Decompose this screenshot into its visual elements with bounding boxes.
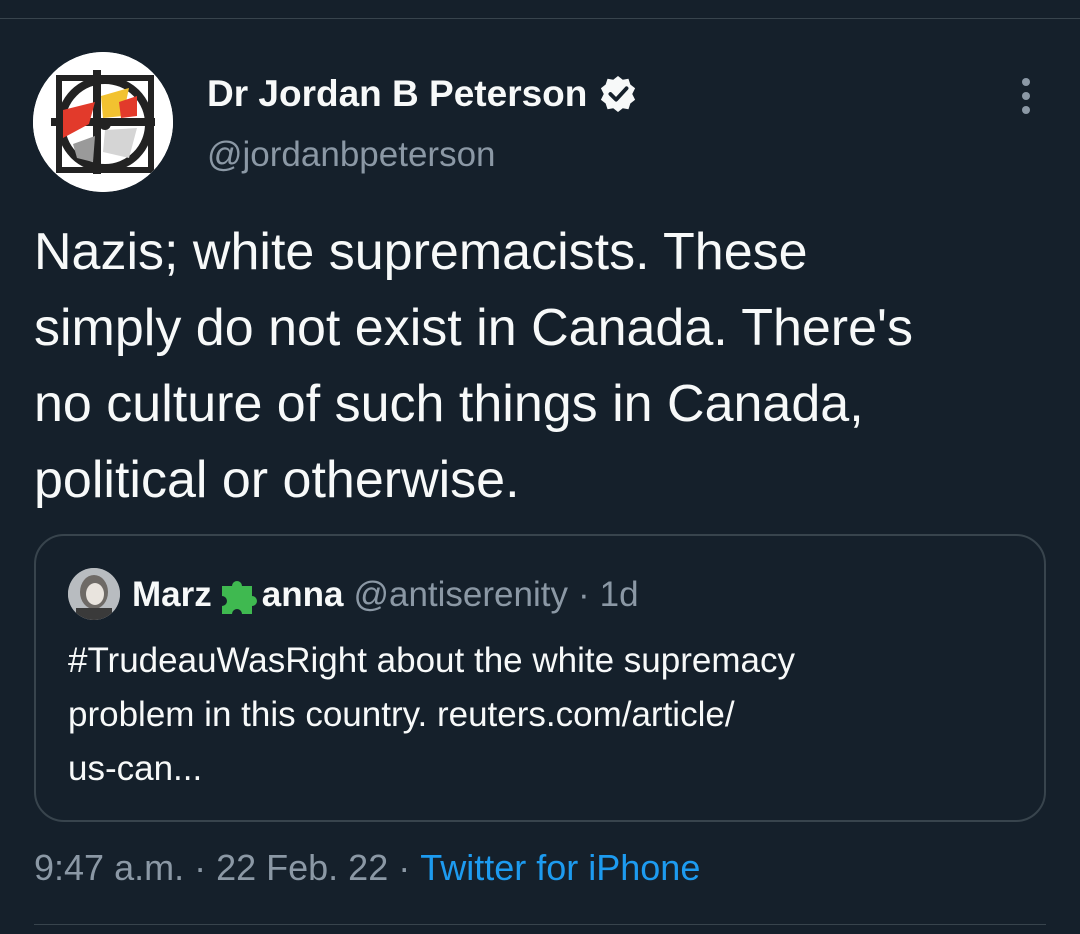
quoted-header: Marz anna @antiserenity · 1d: [132, 572, 639, 618]
more-options-icon[interactable]: [1008, 74, 1044, 118]
quoted-text-line: problem in this country. reuters.com/art…: [68, 695, 735, 734]
separator-dot: ·: [194, 847, 207, 888]
author-name-text: Dr Jordan B Peterson: [207, 73, 588, 114]
quoted-text-line: us-can...: [68, 749, 203, 788]
divider: [0, 18, 1080, 19]
author-avatar[interactable]: [33, 52, 173, 192]
puzzle-piece-icon: [214, 572, 260, 618]
quoted-author-name-suffix[interactable]: anna: [262, 573, 344, 617]
separator-dot: ·: [398, 847, 411, 888]
quoted-tweet-text: #TrudeauWasRight about the white suprema…: [68, 634, 1028, 796]
tweet-metadata: 9:47 a.m. · 22 Feb. 22 · Twitter for iPhone: [34, 846, 700, 890]
avatar-logo-icon: [33, 52, 173, 192]
author-handle[interactable]: @jordanbpeterson: [207, 134, 496, 176]
divider: [34, 924, 1046, 925]
tweet-date[interactable]: 22 Feb. 22: [216, 847, 388, 888]
tweet-text-line: Nazis; white supremacists. These: [34, 223, 808, 281]
quoted-author-avatar[interactable]: [68, 568, 120, 620]
quoted-author-handle[interactable]: @antiserenity: [353, 573, 568, 617]
author-name[interactable]: Dr Jordan B Peterson: [207, 72, 637, 116]
quoted-tweet-card[interactable]: Marz anna @antiserenity · 1d #TrudeauWas…: [34, 534, 1046, 822]
verified-badge-icon: [599, 75, 637, 113]
tweet-text: Nazis; white supremacists. These simply …: [34, 214, 1064, 518]
tweet-time[interactable]: 9:47 a.m.: [34, 847, 184, 888]
quoted-timestamp[interactable]: 1d: [600, 573, 639, 617]
separator-dot: ·: [577, 575, 590, 614]
tweet-source-link[interactable]: Twitter for iPhone: [420, 847, 700, 888]
quoted-text-line: #TrudeauWasRight about the white suprema…: [68, 641, 795, 680]
avatar-photo-icon: [68, 568, 120, 620]
tweet-text-line: no culture of such things in Canada,: [34, 375, 864, 433]
quoted-author-name[interactable]: Marz: [132, 573, 212, 617]
tweet-text-line: simply do not exist in Canada. There's: [34, 299, 913, 357]
tweet-detail: Dr Jordan B Peterson @jordanbpeterson Na…: [0, 0, 1080, 934]
tweet-text-line: political or otherwise.: [34, 451, 520, 509]
